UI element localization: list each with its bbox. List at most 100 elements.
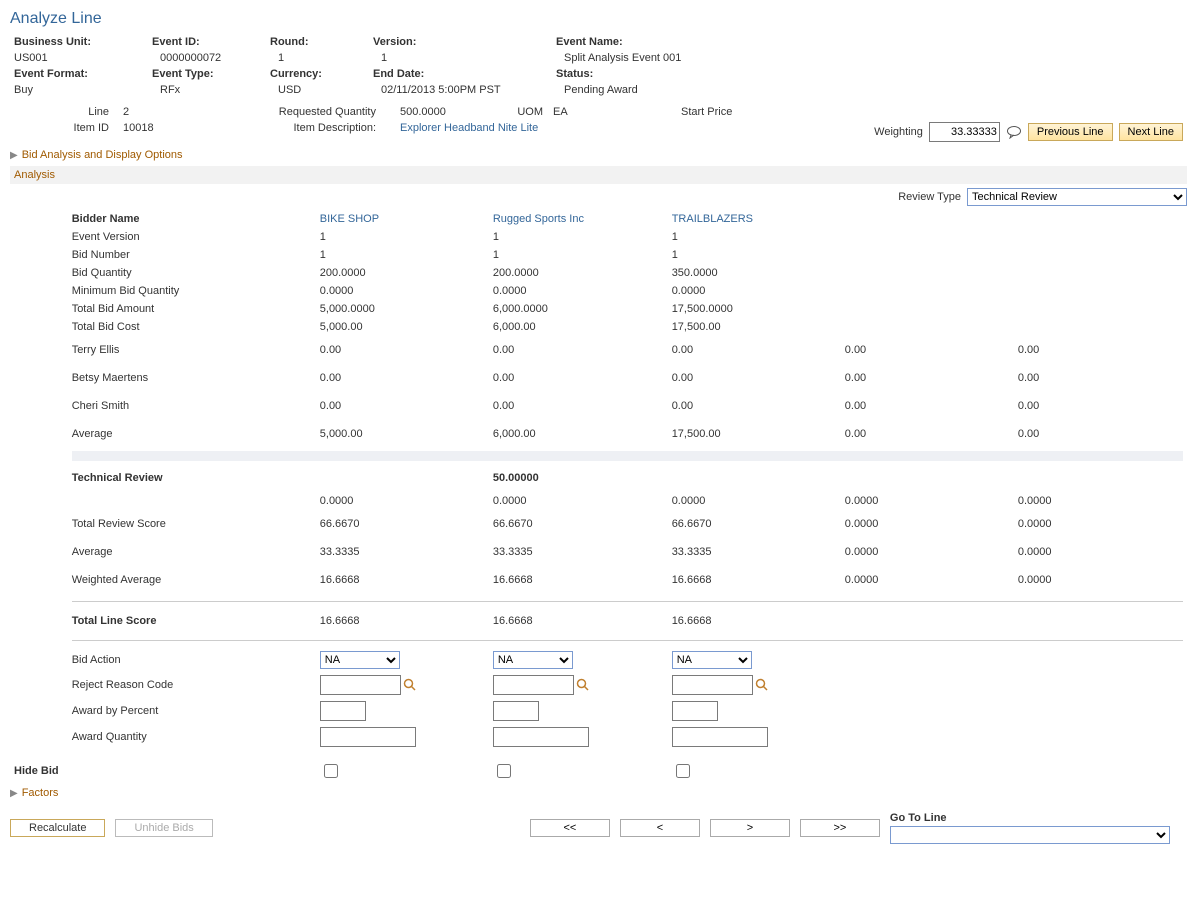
total-bid-amount-row-label: Total Bid Amount	[68, 300, 316, 318]
award-qty-input-2[interactable]	[493, 727, 589, 747]
comment-icon[interactable]	[1006, 125, 1022, 139]
table-cell: 16.6668	[316, 609, 489, 633]
hide-bid-checkbox-2[interactable]	[497, 764, 511, 778]
table-cell: 16.6668	[316, 566, 489, 594]
table-cell: 0.00	[489, 336, 668, 364]
lookup-icon[interactable]	[403, 678, 417, 692]
reject-reason-input-2[interactable]	[493, 675, 574, 695]
award-percent-input-2[interactable]	[493, 701, 539, 721]
table-cell: 16.6668	[668, 609, 841, 633]
person-name: Cheri Smith	[68, 392, 316, 420]
bid-analysis-section-toggle[interactable]: ▶ Bid Analysis and Display Options	[10, 146, 1187, 164]
review-type-select[interactable]: Technical Review	[967, 188, 1187, 206]
table-cell: 6,000.00	[489, 318, 668, 336]
table-cell: 33.3335	[489, 538, 668, 566]
start-price-label: Start Price	[677, 104, 1126, 120]
total-line-score-label: Total Line Score	[68, 609, 316, 633]
event-format-value: Buy	[10, 82, 148, 98]
table-cell: 0.0000	[668, 492, 841, 510]
go-to-line-label: Go To Line	[890, 812, 1187, 824]
table-cell: 0.0000	[1014, 538, 1187, 566]
event-format-label: Event Format:	[10, 66, 148, 82]
hide-bid-checkbox-3[interactable]	[676, 764, 690, 778]
table-cell: 16.6668	[489, 566, 668, 594]
previous-line-button[interactable]: Previous Line	[1028, 123, 1113, 141]
factors-label: Factors	[22, 787, 59, 799]
bidder-link-3[interactable]: TRAILBLAZERS	[672, 213, 753, 225]
line-value: 2	[113, 104, 187, 120]
table-cell: 0.0000	[841, 538, 1014, 566]
weighting-input[interactable]	[929, 122, 1000, 142]
table-cell: 0.00	[841, 364, 1014, 392]
table-cell: 17,500.00	[668, 318, 841, 336]
analysis-label: Analysis	[14, 169, 55, 181]
divider-stripe	[72, 451, 1183, 461]
average-row-label: Average	[68, 420, 316, 448]
table-cell: 0.00	[1014, 336, 1187, 364]
page-title: Analyze Line	[10, 10, 1187, 28]
weighted-average-label: Weighted Average	[68, 566, 316, 594]
divider	[72, 601, 1183, 602]
status-label: Status:	[552, 66, 1187, 82]
table-cell: 0.0000	[316, 492, 489, 510]
business-unit-label: Business Unit:	[10, 34, 148, 50]
hide-bid-checkbox-1[interactable]	[324, 764, 338, 778]
next-line-button[interactable]: Next Line	[1119, 123, 1183, 141]
award-percent-input-1[interactable]	[320, 701, 366, 721]
table-cell: 0.0000	[316, 282, 489, 300]
table-cell: 0.00	[489, 392, 668, 420]
nav-prev-button[interactable]: <	[620, 819, 700, 837]
lookup-icon[interactable]	[576, 678, 590, 692]
line-info-table: Line 2 Requested Quantity 500.0000 UOM E…	[10, 104, 1187, 144]
table-cell: 1	[489, 228, 668, 246]
table-cell: 0.00	[841, 420, 1014, 448]
table-cell: 0.00	[316, 392, 489, 420]
bidder-link-2[interactable]: Rugged Sports Inc	[493, 213, 584, 225]
table-cell: 66.6670	[489, 510, 668, 538]
table-cell: 16.6668	[668, 566, 841, 594]
unhide-bids-button: Unhide Bids	[115, 819, 212, 837]
award-qty-input-1[interactable]	[320, 727, 416, 747]
award-percent-input-3[interactable]	[672, 701, 718, 721]
table-cell: 6,000.0000	[489, 300, 668, 318]
divider	[72, 640, 1183, 641]
total-review-score-label: Total Review Score	[68, 510, 316, 538]
table-cell: 350.0000	[668, 264, 841, 282]
analysis-table: Bidder Name BIKE SHOP Rugged Sports Inc …	[10, 210, 1187, 784]
business-unit-value: US001	[10, 50, 148, 66]
bid-action-select-3[interactable]: NA	[672, 651, 752, 669]
bid-action-label: Bid Action	[68, 648, 316, 672]
table-cell: 0.0000	[1014, 510, 1187, 538]
bid-quantity-row-label: Bid Quantity	[68, 264, 316, 282]
lookup-icon[interactable]	[755, 678, 769, 692]
item-desc-link[interactable]: Explorer Headband Nite Lite	[400, 122, 538, 134]
person-name: Terry Ellis	[68, 336, 316, 364]
event-id-label: Event ID:	[148, 34, 266, 50]
table-cell: 0.00	[841, 392, 1014, 420]
bid-number-row-label: Bid Number	[68, 246, 316, 264]
nav-next-button[interactable]: >	[710, 819, 790, 837]
award-qty-input-3[interactable]	[672, 727, 768, 747]
technical-review-label: Technical Review	[68, 464, 316, 492]
nav-last-button[interactable]: >>	[800, 819, 880, 837]
reject-reason-input-3[interactable]	[672, 675, 753, 695]
currency-value: USD	[266, 82, 369, 98]
reject-reason-input-1[interactable]	[320, 675, 401, 695]
factors-section-toggle[interactable]: ▶ Factors	[10, 784, 1187, 802]
bid-action-select-1[interactable]: NA	[320, 651, 400, 669]
table-cell: 5,000.0000	[316, 300, 489, 318]
table-cell: 0.00	[841, 336, 1014, 364]
bid-action-select-2[interactable]: NA	[493, 651, 573, 669]
bidder-link-1[interactable]: BIKE SHOP	[320, 213, 379, 225]
table-cell: 17,500.00	[668, 420, 841, 448]
weighting-label: Weighting	[874, 126, 923, 138]
round-value: 1	[266, 50, 369, 66]
review-type-label: Review Type	[898, 191, 961, 203]
table-cell: 6,000.00	[489, 420, 668, 448]
table-cell: 0.0000	[668, 282, 841, 300]
nav-first-button[interactable]: <<	[530, 819, 610, 837]
table-cell: 0.0000	[1014, 566, 1187, 594]
go-to-line-select[interactable]	[890, 826, 1170, 844]
recalculate-button[interactable]: Recalculate	[10, 819, 105, 837]
table-cell: 0.00	[668, 364, 841, 392]
